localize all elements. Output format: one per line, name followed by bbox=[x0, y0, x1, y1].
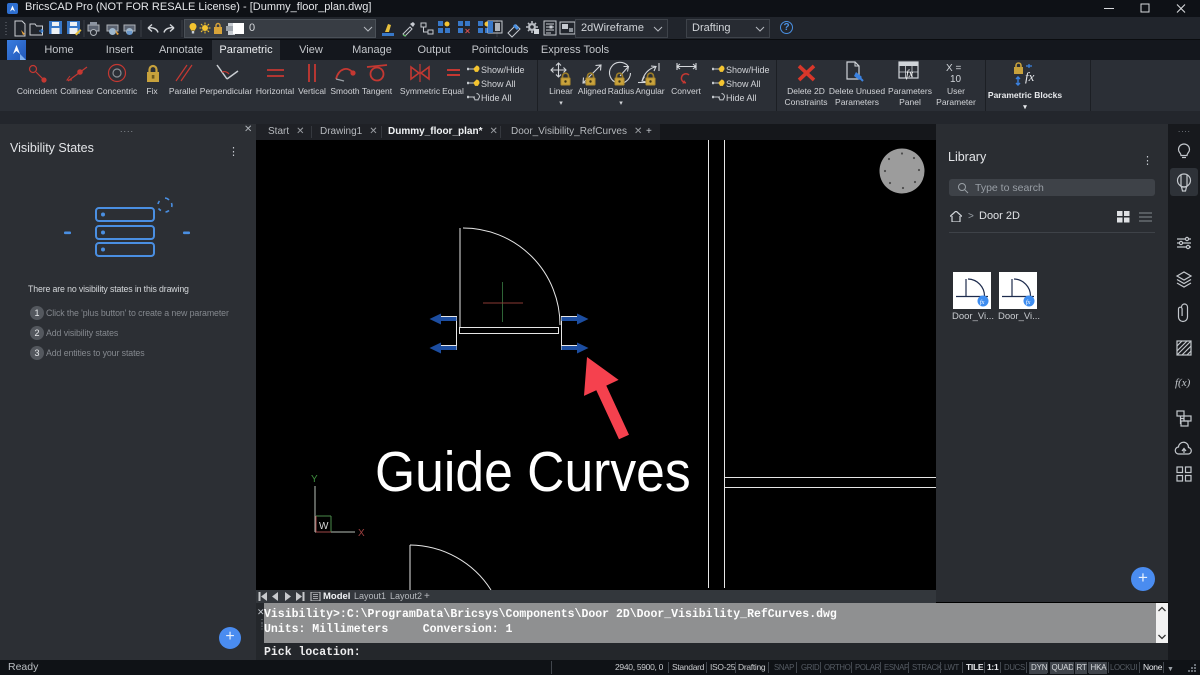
svg-text:X =: X = bbox=[946, 63, 961, 74]
svg-text:fx: fx bbox=[980, 299, 985, 306]
svg-text:fx: fx bbox=[906, 69, 914, 80]
svg-text:W: W bbox=[319, 521, 329, 532]
svg-text:X: X bbox=[358, 528, 365, 539]
svg-text:f(x): f(x) bbox=[1175, 377, 1191, 389]
svg-text:fx: fx bbox=[1025, 69, 1035, 84]
svg-text:10: 10 bbox=[950, 74, 962, 85]
svg-text:Y: Y bbox=[311, 474, 318, 485]
svg-text:fx: fx bbox=[1026, 299, 1031, 306]
